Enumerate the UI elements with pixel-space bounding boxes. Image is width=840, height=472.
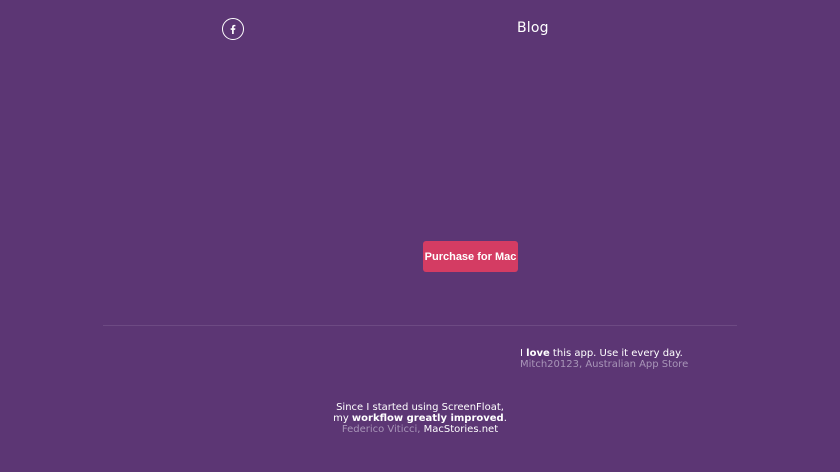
purchase-for-mac-button[interactable]: Purchase for Mac [423, 241, 518, 272]
testimonial-1: I love this app. Use it every day. Mitch… [520, 348, 689, 370]
testimonial-1-post: this app. Use it every day. [549, 348, 683, 359]
facebook-icon [230, 24, 236, 34]
testimonial-1-author: Mitch20123, Australian App Store [520, 359, 689, 370]
testimonial-1-emphasis: love [526, 348, 550, 359]
testimonial-2-pre: my [333, 413, 352, 424]
testimonial-2-attribution: Federico Viticci, MacStories.net [320, 424, 520, 435]
testimonial-1-text: I love this app. Use it every day. [520, 348, 683, 359]
testimonial-2: Since I started using ScreenFloat, my wo… [320, 402, 520, 435]
testimonial-2-author: Federico Viticci, [341, 424, 421, 435]
testimonial-2-emphasis: workflow greatly improved [351, 413, 504, 424]
testimonial-2-post: . [503, 413, 507, 424]
testimonial-2-text: my workflow greatly improved. [320, 413, 520, 424]
testimonial-2-line1: Since I started using ScreenFloat, [336, 402, 504, 413]
facebook-button[interactable] [222, 18, 244, 40]
nav-blog-link[interactable]: Blog [517, 19, 549, 37]
section-divider [103, 325, 737, 326]
macstories-link[interactable]: MacStories.net [424, 424, 498, 435]
